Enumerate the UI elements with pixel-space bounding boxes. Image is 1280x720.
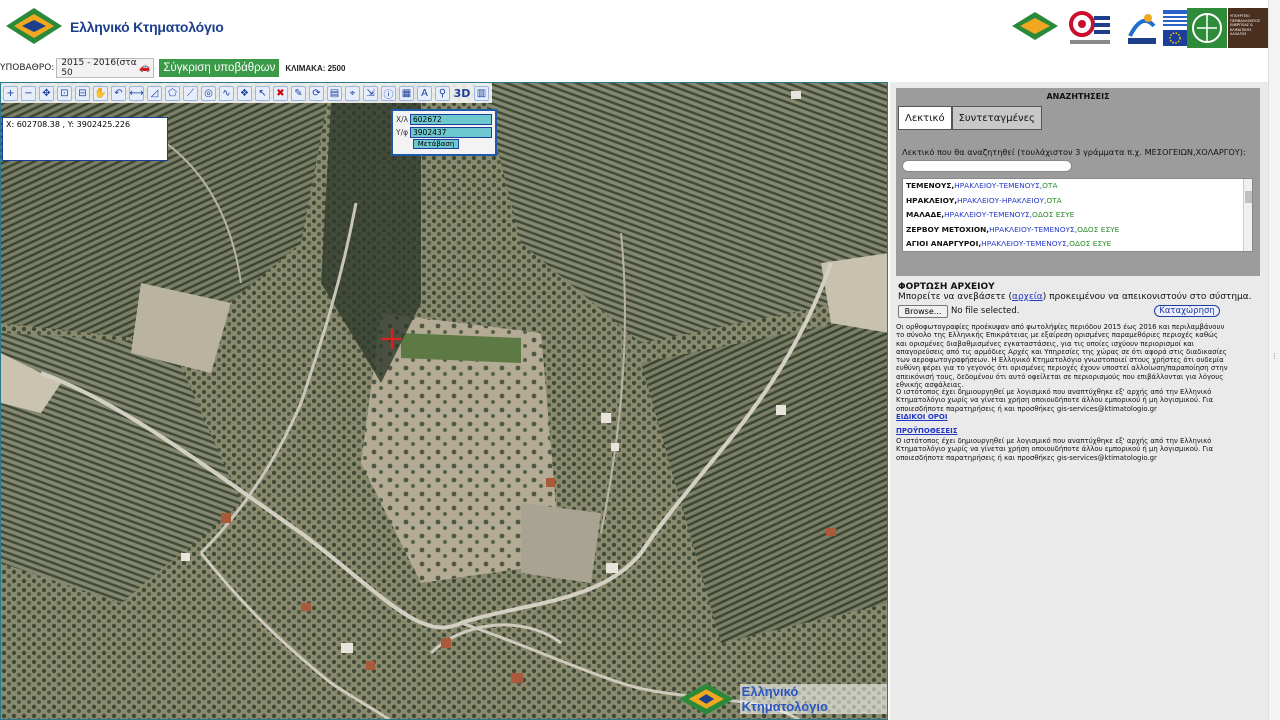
- upload-files-link[interactable]: αρχεία: [1012, 292, 1043, 302]
- zoom-in-icon[interactable]: +: [3, 85, 18, 101]
- results-scrollbar-thumb[interactable]: [1245, 191, 1252, 203]
- page-header: Ελληνικό Κτηματολόγιο ΥΠΟΥΡΓΕΙΟ ΠΕΡΙΒΑΛΛ…: [0, 0, 1280, 82]
- espa-program-logo: [1128, 14, 1156, 44]
- refresh-icon[interactable]: ⟳: [309, 85, 324, 101]
- list-item[interactable]: ΑΓΙΟΙ ΑΝΑΡΓΥΡΟΙ,ΗΡΑΚΛΕΙΟΥ-ΤΕΜΕΝΟΥΣ,ΟΔΟΣ …: [903, 237, 1252, 251]
- full-extent-icon[interactable]: ✥: [39, 85, 54, 101]
- page-scrollbar[interactable]: [1268, 0, 1280, 720]
- disclaimer-orthophotos: Οι ορθοφωτογραφίες προέκυψαν από φωτολήψ…: [896, 323, 1228, 390]
- search-title: ΑΝΑΖΗΤΗΣΕΙΣ: [1046, 92, 1110, 101]
- zoom-out-icon[interactable]: −: [21, 85, 36, 101]
- draw-polygon-icon[interactable]: ⬠: [165, 85, 180, 101]
- special-terms-link[interactable]: ΕΙΔΙΚΟΙ ΟΡΟΙ: [896, 413, 947, 421]
- greece-eu-flags: [1163, 10, 1187, 46]
- prerequisites-link[interactable]: ΠΡΟΫΠΟΘΕΣΕΙΣ: [896, 427, 958, 435]
- zoom-box-icon[interactable]: ⊡: [57, 85, 72, 101]
- watermark-logo-icon: [678, 683, 734, 715]
- xy-coordinates-icon[interactable]: ⌖: [345, 85, 360, 101]
- aerial-orthophoto: [1, 83, 887, 719]
- goto-y-label: Υ/φ: [396, 127, 409, 137]
- draw-circle-icon[interactable]: ◎: [201, 85, 216, 101]
- map-toolbar: + − ✥ ⊡ ⊟ ✋ ↶ ⟷ ◿ ⬠ ⟋ ◎ ∿ ❖ ↖ ✖ ✎ ⟳ ▤ ⌖ …: [1, 83, 492, 103]
- page-scrollbar-grip-icon: ⋮: [1271, 352, 1278, 360]
- document-icon[interactable]: ▤: [327, 85, 342, 101]
- ktimatologio-small-logo: [1012, 12, 1058, 40]
- search-hint: Λεκτικό που θα αναζητηθεί (τουλάχιστον 3…: [902, 147, 1246, 157]
- info-icon[interactable]: ⓘ: [381, 85, 396, 101]
- basemap-row: ΥΠΟΒΑΘΡΟ: 2015 - 2016(στα 50 🚗 Σύγκριση …: [0, 58, 345, 78]
- basemap-gallery-icon[interactable]: ▥: [474, 85, 489, 101]
- ministry-green-logo: [1187, 8, 1227, 48]
- map-watermark: Ελληνικό Κτηματολόγιο: [677, 681, 887, 717]
- watermark-text: Ελληνικό Κτηματολόγιο: [739, 684, 887, 714]
- browse-button[interactable]: Browse...: [898, 305, 948, 318]
- goto-y-input[interactable]: 3902437: [410, 126, 492, 138]
- edit-icon[interactable]: ✎: [291, 85, 306, 101]
- measure-distance-icon[interactable]: ⟷: [129, 85, 144, 101]
- file-status-text: No file selected.: [951, 306, 1020, 316]
- logo-text: Ελληνικό Κτηματολόγιο: [70, 19, 224, 35]
- list-item[interactable]: ΤΕΜΕΝΟΥΣ,ΗΡΑΚΛΕΙΟΥ-ΤΕΜΕΝΟΥΣ,ΟΤΑ: [903, 179, 1252, 194]
- crosshair-icon: [382, 329, 402, 349]
- list-item[interactable]: ΖΕΡΒΟΥ ΜΕΤΟΧΙΟΝ,ΗΡΑΚΛΕΙΟΥ-ΤΕΜΕΝΟΥΣ,ΟΔΟΣ …: [903, 223, 1252, 238]
- tab-text-search[interactable]: Λεκτικό: [898, 106, 952, 130]
- search-section: ΑΝΑΖΗΤΗΣΕΙΣ Λεκτικό Συντεταγμένες Λεκτικ…: [896, 88, 1260, 276]
- draw-line-icon[interactable]: ⟋: [183, 85, 198, 101]
- egov-at-logo: [1069, 11, 1110, 44]
- goto-button[interactable]: Μετάβαση: [413, 139, 459, 149]
- search-input[interactable]: [902, 160, 1072, 172]
- results-scrollbar[interactable]: [1243, 179, 1252, 251]
- compare-basemaps-button[interactable]: Σύγκριση υποβάθρων: [159, 59, 280, 77]
- register-button[interactable]: Καταχώρηση: [1154, 305, 1220, 317]
- disclaimer-software-2: Ο ιστότοπος έχει δημιουργηθεί με λογισμι…: [896, 437, 1214, 462]
- basemap-label: ΥΠΟΒΑΘΡΟ:: [0, 63, 55, 73]
- map-viewport[interactable]: + − ✥ ⊡ ⊟ ✋ ↶ ⟷ ◿ ⬠ ⟋ ◎ ∿ ❖ ↖ ✖ ✎ ⟳ ▤ ⌖ …: [0, 82, 888, 720]
- tab-coordinates[interactable]: Συντεταγμένες: [951, 106, 1042, 130]
- ktimatologio-logo[interactable]: Ελληνικό Κτηματολόγιο: [4, 6, 224, 48]
- basemap-select-value: 2015 - 2016(στα 50: [61, 58, 137, 78]
- scale-label: ΚΛΙΜΑΚΑ: 2500: [285, 63, 346, 73]
- upload-title: ΦΟΡΤΩΣΗ ΑΡΧΕΙΟΥ: [898, 282, 995, 292]
- ktimatologio-logo-icon: [6, 8, 62, 44]
- list-item[interactable]: ΗΡΑΚΛΕΙΟΥ,ΗΡΑΚΛΕΙΟΥ-ΗΡΑΚΛΕΙΟΥ,ΟΤΑ: [903, 194, 1252, 209]
- pan-icon[interactable]: ✋: [93, 85, 108, 101]
- previous-view-icon[interactable]: ↶: [111, 85, 126, 101]
- layers-icon[interactable]: ❖: [237, 85, 252, 101]
- select-icon[interactable]: ↖: [255, 85, 270, 101]
- print-icon[interactable]: ▦: [399, 85, 414, 101]
- ministry-text-badge: ΥΠΟΥΡΓΕΙΟ ΠΕΡΙΒΑΛΛΟΝΤΟΣ ΕΝΕΡΓΕΙΑΣ & ΚΛΙΜ…: [1228, 8, 1268, 48]
- cursor-coordinates-text: X: 602708.38 , Y: 3902425.226: [6, 120, 131, 129]
- upload-description: Μπορείτε να ανεβάσετε (αρχεία) προκειμέν…: [898, 292, 1252, 302]
- car-icon: 🚗: [139, 63, 151, 73]
- basemap-select[interactable]: 2015 - 2016(στα 50 🚗: [56, 58, 155, 78]
- 3d-view-button[interactable]: 3D: [453, 86, 471, 101]
- side-panel: ΑΝΑΖΗΤΗΣΕΙΣ Λεκτικό Συντεταγμένες Λεκτικ…: [890, 82, 1268, 720]
- measure-area-icon[interactable]: ◿: [147, 85, 162, 101]
- goto-x-input[interactable]: 602672: [410, 113, 492, 125]
- search-map-icon[interactable]: ⚲: [435, 85, 450, 101]
- search-results-list: ΤΕΜΕΝΟΥΣ,ΗΡΑΚΛΕΙΟΥ-ΤΕΜΕΝΟΥΣ,ΟΤΑ ΗΡΑΚΛΕΙΟ…: [902, 178, 1253, 252]
- clear-graphics-icon[interactable]: ✖: [273, 85, 288, 101]
- zoom-box-out-icon[interactable]: ⊟: [75, 85, 90, 101]
- disclaimer-software: Ο ιστότοπος έχει δημιουργηθεί με λογισμι…: [896, 388, 1214, 413]
- cursor-coordinates-box: X: 602708.38 , Y: 3902425.226: [2, 117, 168, 161]
- label-icon[interactable]: A: [417, 85, 432, 101]
- goto-x-label: Χ/λ: [396, 114, 409, 124]
- xy-goto-icon[interactable]: ⇲: [363, 85, 378, 101]
- goto-coordinates-panel: Χ/λ 602672 Υ/φ 3902437 Μετάβαση: [391, 109, 497, 156]
- search-tabs: Λεκτικό Συντεταγμένες: [898, 106, 1042, 130]
- list-item[interactable]: ΜΑΛΑΔΕ,ΗΡΑΚΛΕΙΟΥ-ΤΕΜΕΝΟΥΣ,ΟΔΟΣ ΕΣΥΕ: [903, 208, 1252, 223]
- draw-freehand-icon[interactable]: ∿: [219, 85, 234, 101]
